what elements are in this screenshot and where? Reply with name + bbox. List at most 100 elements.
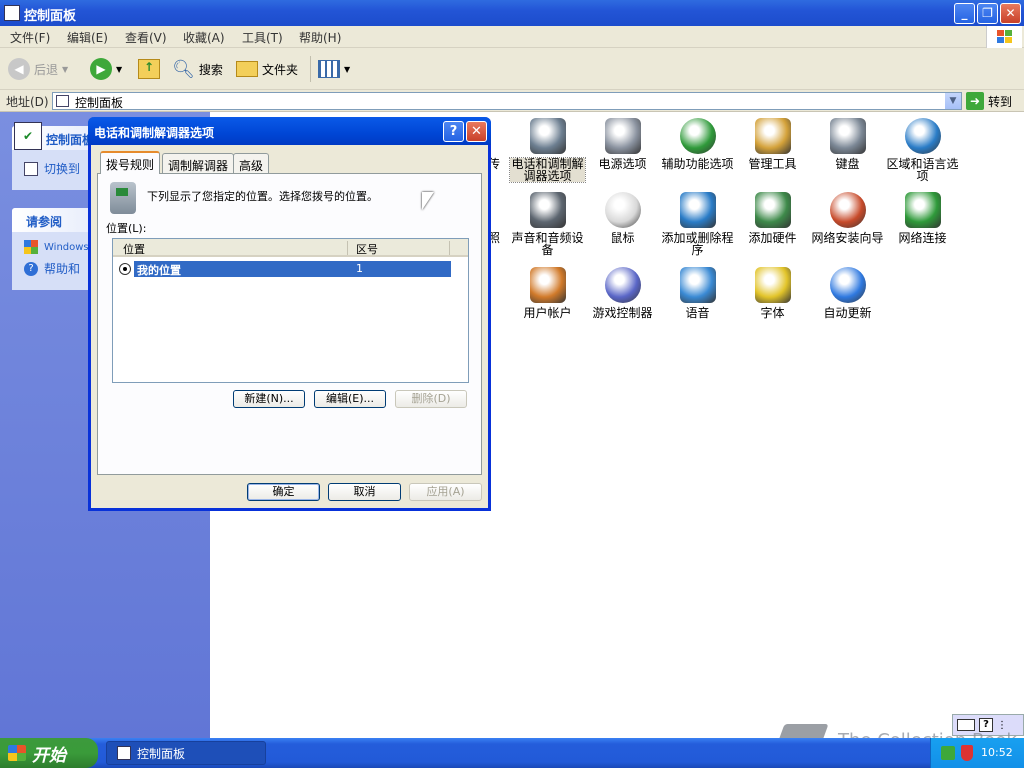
- start-button[interactable]: 开始: [0, 738, 98, 768]
- cp-item-label: 语音: [685, 306, 710, 320]
- taskbar-item-label: 控制面板: [137, 746, 186, 761]
- delete-location-button[interactable]: 删除(D): [395, 390, 467, 408]
- clock[interactable]: 10:52: [981, 746, 1013, 759]
- locations-list[interactable]: 位置 区号 我的位置 1: [112, 238, 469, 383]
- tab-dialing-rules[interactable]: 拨号规则: [100, 151, 161, 174]
- column-divider: [449, 241, 450, 255]
- menu-favorites[interactable]: 收藏(A): [183, 29, 225, 46]
- cp-item[interactable]: 字体: [735, 267, 810, 319]
- accessibility-icon: [679, 118, 716, 154]
- dialog-titlebar[interactable]: 电话和调制解调器选项 ? ✕: [88, 117, 491, 145]
- column-divider: [347, 241, 348, 255]
- tab-advanced[interactable]: 高级: [233, 153, 270, 173]
- dialog-close-button[interactable]: ✕: [466, 121, 487, 142]
- toolbar: ◀ 后退 ▼ ▶ ▼ ↑ 🔍︎ 搜索 文件夹 ▼: [0, 48, 1024, 90]
- minimize-button[interactable]: _: [954, 3, 975, 24]
- help-text: 帮助和: [44, 262, 81, 276]
- list-row-my-location[interactable]: 我的位置 1: [119, 261, 451, 277]
- tab-advanced-label: 高级: [239, 159, 264, 173]
- up-folder-icon: ↑: [138, 59, 160, 79]
- cp-item[interactable]: 管理工具: [735, 118, 810, 170]
- views-icon: [318, 60, 340, 78]
- cp-item[interactable]: 用户帐户: [510, 267, 585, 319]
- cp-item-label: 区域和语言选项: [886, 157, 959, 183]
- cp-item[interactable]: 鼠标: [585, 192, 660, 244]
- menu-bar: 文件(F) 编辑(E) 查看(V) 收藏(A) 工具(T) 帮助(H): [0, 26, 1024, 48]
- network-tray-icon[interactable]: [941, 746, 955, 760]
- windows-update-icon: [829, 267, 866, 303]
- start-label: 开始: [32, 745, 66, 766]
- list-header: 位置 区号: [113, 239, 468, 257]
- user-accounts-icon: [529, 267, 566, 303]
- cp-item[interactable]: 辅助功能选项: [660, 118, 735, 170]
- locations-label: 位置(L):: [106, 222, 147, 235]
- window-title: 控制面板: [24, 9, 77, 24]
- views-button[interactable]: ▼: [318, 56, 350, 82]
- menu-tools[interactable]: 工具(T): [242, 29, 283, 46]
- switch-view-link[interactable]: 切换到: [24, 160, 80, 177]
- go-arrow-icon: ➜: [966, 92, 984, 110]
- cp-item[interactable]: 网络连接: [885, 192, 960, 244]
- cp-item[interactable]: 语音: [660, 267, 735, 319]
- cp-item[interactable]: 电话和调制解调器选项: [509, 118, 586, 183]
- speech-icon: [679, 267, 716, 303]
- address-dropdown-icon[interactable]: ▼: [945, 93, 961, 109]
- menu-help[interactable]: 帮助(H): [299, 29, 341, 46]
- folders-button[interactable]: 文件夹: [236, 56, 298, 82]
- admin-tools-icon: [754, 118, 791, 154]
- cp-item[interactable]: 游戏控制器: [585, 267, 660, 319]
- mouse-cursor-icon: [422, 192, 434, 210]
- tab-modems-label: 调制解调器: [168, 159, 229, 173]
- search-button[interactable]: 🔍︎ 搜索: [172, 56, 223, 82]
- cp-item[interactable]: 声音和音频设备: [510, 192, 585, 256]
- up-folder-button[interactable]: ↑: [138, 56, 160, 82]
- back-button[interactable]: ◀ 后退 ▼: [8, 56, 68, 82]
- control-panel-large-icon: ✔: [14, 122, 42, 150]
- apply-button[interactable]: 应用(A): [409, 483, 482, 501]
- column-location[interactable]: 位置: [123, 241, 145, 257]
- go-button[interactable]: ➜ 转到: [966, 91, 1022, 111]
- cp-item[interactable]: 网络安装向导: [810, 192, 885, 244]
- windows-update-link[interactable]: Windows: [24, 240, 89, 254]
- cp-item-label: 用户帐户: [523, 306, 572, 320]
- windows-update-icon: [24, 240, 38, 254]
- switch-view-icon: [24, 161, 38, 176]
- cancel-button[interactable]: 取消: [328, 483, 401, 501]
- control-panel-icon: [4, 5, 20, 21]
- cp-item-label: 网络安装向导: [811, 231, 884, 245]
- menu-edit[interactable]: 编辑(E): [67, 29, 108, 46]
- security-shield-icon[interactable]: [961, 745, 973, 761]
- cp-item[interactable]: 自动更新: [810, 267, 885, 319]
- forward-button[interactable]: ▶ ▼: [90, 56, 122, 82]
- cp-item[interactable]: 键盘: [810, 118, 885, 170]
- folder-icon: [236, 61, 258, 77]
- help-link[interactable]: ? 帮助和: [24, 260, 80, 277]
- menu-file[interactable]: 文件(F): [10, 29, 50, 46]
- tab-modems[interactable]: 调制解调器: [162, 153, 235, 173]
- cp-item-label: 电话和调制解调器选项: [509, 157, 586, 183]
- cp-item-label: 游戏控制器: [592, 306, 653, 320]
- ok-button[interactable]: 确定: [247, 483, 320, 501]
- cp-item[interactable]: 添加或删除程序: [660, 192, 735, 256]
- edit-location-button[interactable]: 编辑(E)...: [314, 390, 386, 408]
- help-button[interactable]: ?: [443, 121, 464, 142]
- menu-view[interactable]: 查看(V): [125, 29, 167, 46]
- column-area-code[interactable]: 区号: [356, 241, 378, 257]
- address-label: 地址(D): [6, 95, 49, 109]
- cp-item[interactable]: 电源选项: [585, 118, 660, 170]
- taskbar-item-control-panel[interactable]: 控制面板: [106, 741, 266, 765]
- row-highlight: [134, 261, 451, 277]
- close-button[interactable]: ✕: [1000, 3, 1021, 24]
- mouse-icon: [604, 192, 641, 228]
- phone-modem-dialog: 电话和调制解调器选项 ? ✕ 拨号规则 调制解调器 高级 下列显示了您指定的位置…: [88, 117, 491, 511]
- phone-icon: [110, 182, 136, 214]
- toolbar-separator: [310, 56, 311, 82]
- cp-item[interactable]: 区域和语言选项: [885, 118, 960, 182]
- globe-icon: [904, 118, 941, 154]
- new-location-button[interactable]: 新建(N)...: [233, 390, 305, 408]
- address-input[interactable]: 控制面板 ▼: [52, 92, 962, 110]
- window-titlebar[interactable]: 控制面板 _ ❐ ✕: [0, 0, 1024, 26]
- restore-button[interactable]: ❐: [977, 3, 998, 24]
- cp-item[interactable]: 添加硬件: [735, 192, 810, 244]
- cp-item-label: 自动更新: [823, 306, 872, 320]
